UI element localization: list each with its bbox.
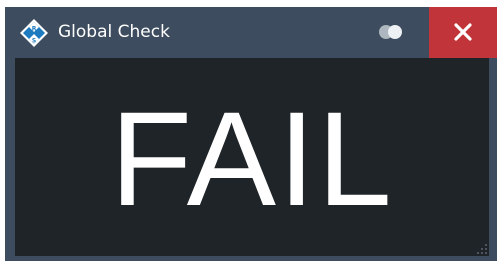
toggle-icon[interactable] [377,24,405,40]
close-button[interactable] [429,7,497,58]
status-panel: FAIL [15,58,489,256]
close-icon [454,23,472,41]
svg-text:R: R [32,26,37,33]
title-bar[interactable]: R S Global Check [5,7,497,58]
resize-grip-icon[interactable] [474,241,488,255]
svg-text:S: S [32,38,36,45]
window-title: Global Check [58,22,170,42]
status-text: FAIL [110,85,394,234]
rs-diamond-logo-icon: R S [19,18,49,48]
global-check-window: R S Global Check FAIL [5,7,497,261]
